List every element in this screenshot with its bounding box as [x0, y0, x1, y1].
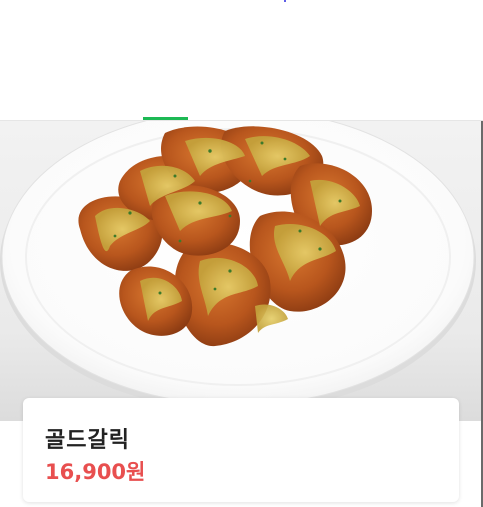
product-page: 골드갈릭 16,900원 [0, 0, 483, 507]
header-dot [284, 0, 286, 2]
header-area [0, 0, 483, 120]
product-price: 16,900원 [45, 460, 146, 484]
fried-chicken-photo-icon [0, 121, 476, 411]
product-name: 골드갈릭 [45, 428, 130, 453]
product-image[interactable] [0, 121, 482, 421]
product-card[interactable]: 골드갈릭 16,900원 [23, 398, 459, 502]
